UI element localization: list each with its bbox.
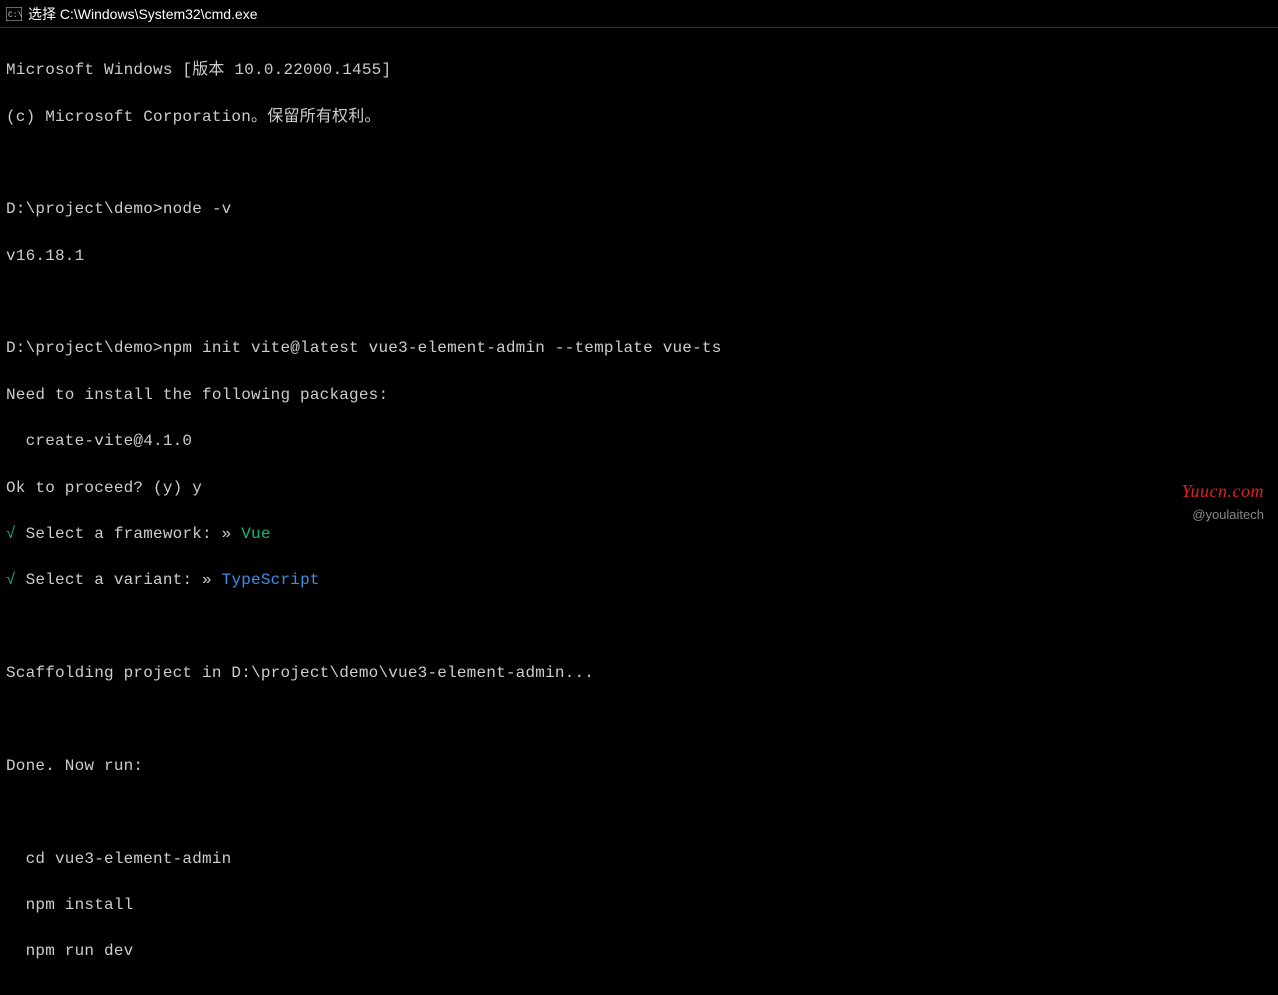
output-line: Done. Now run: [6, 755, 1272, 778]
prompt-path: D:\project\demo> [6, 200, 163, 218]
output-line: Ok to proceed? (y) y [6, 477, 1272, 500]
blank-line [6, 152, 1272, 175]
command-text: node -v [163, 200, 232, 218]
output-line: npm install [6, 894, 1272, 917]
select-label: Select a framework: » [16, 525, 241, 543]
svg-text:C:\: C:\ [8, 11, 22, 20]
check-icon: √ [6, 571, 16, 589]
prompt-path: D:\project\demo> [6, 339, 163, 357]
select-value: Vue [241, 525, 270, 543]
select-value: TypeScript [222, 571, 320, 589]
select-line: √ Select a framework: » Vue [6, 523, 1272, 546]
watermark-brand: Yuucn.com [1182, 481, 1264, 502]
watermark-handle: @youlaitech [1192, 507, 1264, 522]
cmd-icon: C:\ [6, 7, 22, 21]
check-icon: √ [6, 525, 16, 543]
prompt-line: D:\project\demo>npm init vite@latest vue… [6, 337, 1272, 360]
output-line: create-vite@4.1.0 [6, 430, 1272, 453]
banner-line: (c) Microsoft Corporation。保留所有权利。 [6, 106, 1272, 129]
command-text: npm init vite@latest vue3-element-admin … [163, 339, 722, 357]
window-title: 选择 C:\Windows\System32\cmd.exe [28, 4, 258, 24]
terminal-output[interactable]: Microsoft Windows [版本 10.0.22000.1455] (… [0, 28, 1278, 995]
blank-line [6, 708, 1272, 731]
blank-line [6, 291, 1272, 314]
blank-line [6, 801, 1272, 824]
select-label: Select a variant: » [16, 571, 222, 589]
window-titlebar[interactable]: C:\ 选择 C:\Windows\System32\cmd.exe [0, 0, 1278, 28]
output-line: cd vue3-element-admin [6, 848, 1272, 871]
output-line: npm run dev [6, 940, 1272, 963]
banner-line: Microsoft Windows [版本 10.0.22000.1455] [6, 59, 1272, 82]
output-line: v16.18.1 [6, 245, 1272, 268]
blank-line [6, 616, 1272, 639]
select-line: √ Select a variant: » TypeScript [6, 569, 1272, 592]
prompt-line: D:\project\demo>node -v [6, 198, 1272, 221]
output-line: Scaffolding project in D:\project\demo\v… [6, 662, 1272, 685]
output-line: Need to install the following packages: [6, 384, 1272, 407]
